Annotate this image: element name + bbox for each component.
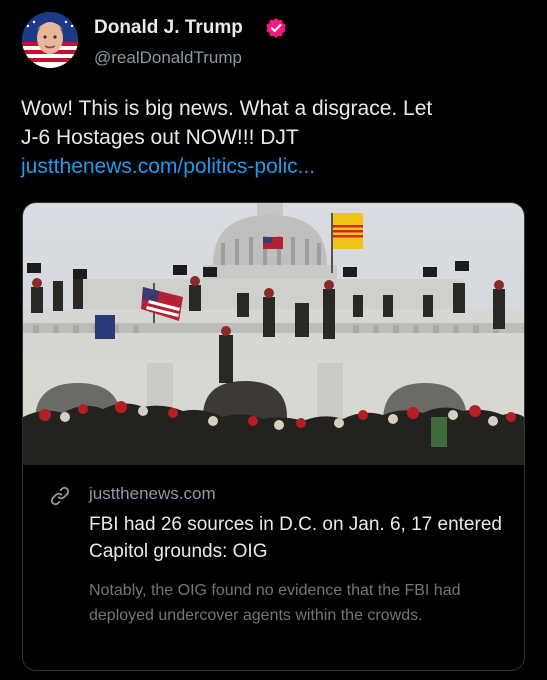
tweet-text-line: J-6 Hostages out NOW!!! DJT <box>21 126 299 149</box>
card-title[interactable]: FBI had 26 sources in D.C. on Jan. 6, 17… <box>89 511 509 565</box>
tweet-link[interactable]: justthenews.com/politics-polic... <box>21 152 526 181</box>
american-flag-portrait-icon <box>22 12 78 68</box>
card-image[interactable] <box>23 203 524 465</box>
link-icon <box>50 486 70 506</box>
verified-badge-icon <box>266 18 286 38</box>
tweet-text-line: Wow! This is big news. What a disgrace. … <box>21 97 433 120</box>
card-description: Notably, the OIG found no evidence that … <box>89 582 461 624</box>
card-body[interactable]: justthenews.com FBI had 26 sources in D.… <box>23 465 524 670</box>
author-display-name[interactable]: Donald J. Trump <box>94 17 243 39</box>
card-domain: justthenews.com <box>89 484 216 503</box>
author-handle[interactable]: @realDonaldTrump <box>94 48 242 68</box>
link-preview-card[interactable]: justthenews.com FBI had 26 sources in D.… <box>22 202 525 671</box>
author-avatar[interactable] <box>22 12 78 68</box>
capitol-crowd-photo-icon <box>23 203 524 465</box>
tweet-text: Wow! This is big news. What a disgrace. … <box>21 94 526 181</box>
